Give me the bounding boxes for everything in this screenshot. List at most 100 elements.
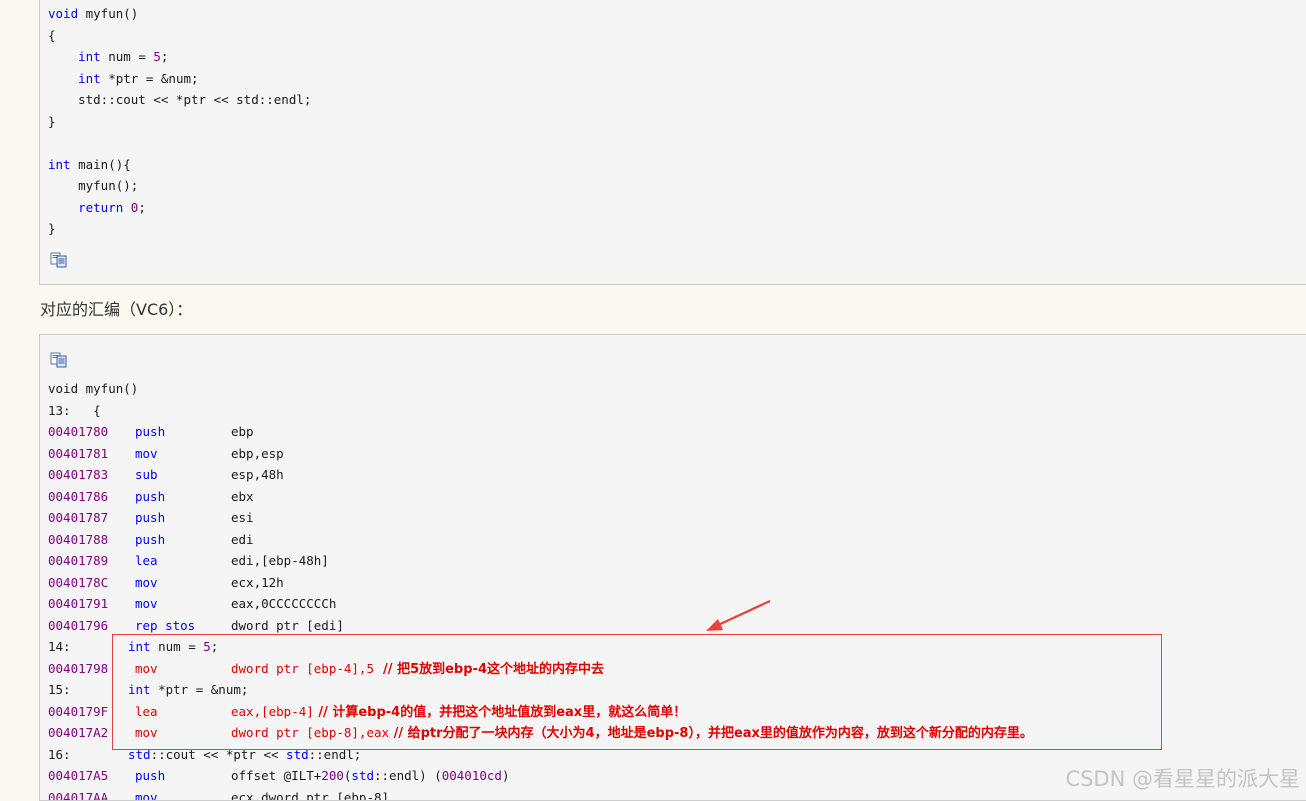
- keyword: void: [48, 6, 79, 21]
- asm-row: 0040178C: [48, 572, 108, 594]
- asm-row: 0040179F: [48, 701, 108, 723]
- asm-op: sub: [135, 467, 158, 482]
- asm-annotated: dword ptr [ebp-4],5 // 把5放到ebp-4这个地址的内存中…: [231, 658, 604, 680]
- code-text: offset @ILT+: [231, 768, 322, 783]
- address: 00401788: [48, 531, 109, 547]
- code-line: int main(){: [48, 154, 131, 176]
- asm-row: 00401786: [48, 486, 108, 508]
- address: 00401791: [48, 596, 109, 611]
- address: 0040178C: [48, 574, 109, 590]
- code-line: int *ptr = &num;: [48, 68, 198, 90]
- asm-row: 00401789: [48, 550, 108, 572]
- annotation-comment: // 把5放到ebp-4这个地址的内存中去: [374, 661, 604, 677]
- asm-row: 00401787: [48, 507, 108, 529]
- asm-arg: edi,[ebp-48h]: [231, 553, 329, 568]
- asm-arg: ebx: [231, 488, 254, 504]
- asm-op: mov: [135, 574, 158, 590]
- asm-row: 00401798: [48, 658, 108, 680]
- code-line: }: [48, 221, 56, 236]
- number-literal: 5: [153, 49, 161, 64]
- code-text: ;: [210, 639, 219, 654]
- asm-row: 004017AA: [48, 787, 108, 801]
- code-line: myfun();: [48, 178, 139, 193]
- asm-arg: ecx,dword ptr [ebp-8]: [231, 789, 390, 801]
- code-line: std::cout << *ptr << std::endl;: [48, 92, 312, 107]
- asm-op: push: [135, 768, 166, 783]
- asm-arg: dword ptr [edi]: [231, 617, 344, 633]
- asm-op: lea: [135, 703, 158, 719]
- asm-arg: esi: [231, 510, 254, 525]
- copy-code-icon[interactable]: [50, 352, 68, 368]
- address: 0040179F: [48, 703, 109, 719]
- code-line: 13: {: [48, 402, 101, 418]
- asm-arg: ecx,12h: [231, 574, 284, 590]
- annotation-comment: // 给ptr分配了一块内存（大小为4，地址是ebp-8），并把eax里的值放作…: [389, 726, 1033, 741]
- number-literal: 004010cd: [441, 768, 502, 783]
- copy-code-icon[interactable]: [50, 252, 68, 268]
- assembly-code-block: void myfun() 13: { 00401780 push ebp 004017…: [39, 334, 1306, 801]
- source-line-label: 15:: [48, 682, 71, 697]
- address: 00401789: [48, 553, 109, 568]
- address: 00401781: [48, 445, 109, 461]
- namespace: std: [286, 746, 309, 762]
- code-text: main(){: [70, 156, 131, 172]
- asm-op: mov: [135, 789, 158, 801]
- source-code-block: void myfun() { int num = 5; int *ptr = &…: [39, 0, 1306, 285]
- address: 004017A5: [48, 768, 109, 783]
- source-line-text: int num = 5;: [128, 636, 218, 658]
- asm-op: push: [135, 510, 166, 525]
- code-text: *ptr = &num;: [150, 682, 249, 697]
- asm-op: push: [135, 424, 166, 439]
- code-text: num =: [100, 49, 154, 64]
- annotation-arrow: [706, 600, 771, 631]
- asm-op: rep stos: [135, 617, 196, 633]
- address: 00401798: [48, 660, 109, 676]
- code-line: return 0;: [48, 197, 146, 219]
- asm-arg: edi: [231, 531, 254, 547]
- asm-op: mov: [135, 596, 158, 611]
- keyword: return: [78, 199, 124, 215]
- asm-arg: eax,[ebp-4]: [231, 703, 314, 719]
- keyword: int: [78, 49, 101, 64]
- asm-op: mov: [135, 725, 158, 740]
- asm-op: mov: [135, 660, 158, 676]
- address: 00401796: [48, 617, 109, 633]
- namespace: std: [351, 768, 374, 783]
- code-line: void myfun(): [48, 3, 138, 25]
- annotation-comment: // 计算ebp-4的值，并把这个地址值放到eax里，就这么简单！: [313, 704, 687, 720]
- code-text: num =: [150, 639, 204, 654]
- asm-row: 004017A5: [48, 765, 108, 787]
- asm-annotated: eax,[ebp-4] // 计算ebp-4的值，并把这个地址值放到eax里，就…: [231, 701, 686, 723]
- asm-arg: ebp: [231, 424, 254, 439]
- code-text: ;: [138, 199, 146, 215]
- code-line: {: [48, 27, 56, 43]
- keyword: int: [48, 156, 71, 172]
- asm-arg: eax,0CCCCCCCCh: [231, 596, 337, 611]
- namespace: std: [128, 746, 151, 762]
- address: 00401783: [48, 467, 109, 482]
- code-text: ;: [160, 49, 169, 64]
- asm-arg: dword ptr [ebp-8],eax: [231, 725, 390, 740]
- asm-row: 00401783: [48, 464, 108, 486]
- code-line: 16:: [48, 744, 71, 766]
- keyword: int: [78, 70, 101, 86]
- watermark: CSDN @看星星的派大星: [1065, 767, 1300, 791]
- source-line-text: int *ptr = &num;: [128, 679, 248, 701]
- address: 00401780: [48, 424, 109, 439]
- address: 004017AA: [48, 789, 109, 801]
- asm-row: 00401796: [48, 615, 108, 637]
- asm-arg: ebp,esp: [231, 445, 284, 461]
- asm-arg: dword ptr [ebp-4],5: [231, 660, 374, 676]
- asm-arg: offset @ILT+200(std::endl) (004010cd): [231, 765, 509, 787]
- asm-row: 00401780: [48, 421, 108, 443]
- asm-row: 00401788: [48, 529, 108, 551]
- asm-op: mov: [135, 445, 158, 461]
- asm-row: 00401781: [48, 443, 108, 465]
- number-literal: 200: [321, 768, 344, 783]
- asm-annotated: dword ptr [ebp-8],eax // 给ptr分配了一块内存（大小为…: [231, 722, 1033, 744]
- number-literal: 5: [203, 639, 211, 654]
